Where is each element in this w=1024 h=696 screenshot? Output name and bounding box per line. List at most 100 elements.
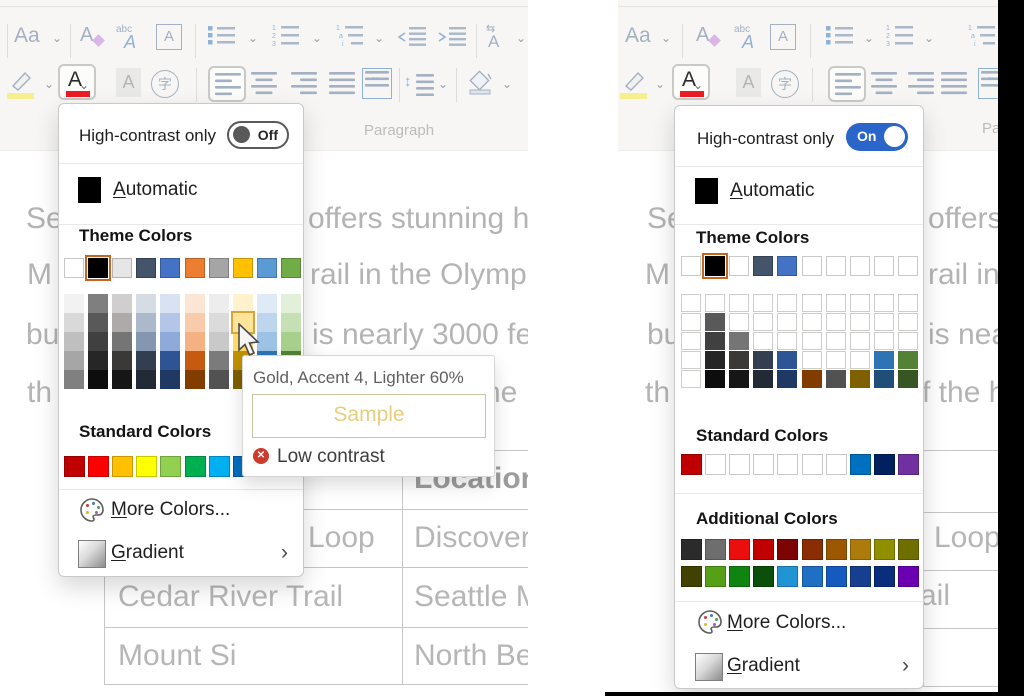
color-swatch[interactable] [777,566,798,587]
automatic-menu-item[interactable]: Automatic [730,180,815,202]
character-shading-icon[interactable]: A [736,68,761,97]
color-variant-swatch[interactable] [802,370,822,388]
color-swatch[interactable] [898,454,919,475]
color-variant-swatch[interactable] [64,370,84,389]
bullet-list-icon[interactable] [208,26,236,53]
color-variant-swatch[interactable] [160,294,180,313]
color-swatch[interactable] [802,566,823,587]
empty-color-swatch[interactable] [898,332,918,350]
color-variant-swatch[interactable] [826,370,846,388]
color-variant-swatch[interactable] [160,351,180,370]
color-variant-swatch[interactable] [777,351,797,369]
distribute-text-icon[interactable]: ↔ [978,68,998,99]
justify-icon[interactable] [941,72,967,101]
empty-color-swatch[interactable] [729,294,749,312]
color-variant-swatch[interactable] [209,332,229,351]
color-swatch[interactable] [777,539,798,560]
color-variant-swatch[interactable] [753,370,773,388]
color-variant-swatch[interactable] [136,351,156,370]
high-contrast-toggle[interactable]: Off [227,121,289,149]
color-variant-swatch[interactable] [729,351,749,369]
chevron-down-icon[interactable]: ⌄ [661,32,671,44]
distribute-text-icon[interactable]: ↔ [362,68,392,99]
color-variant-swatch[interactable] [729,370,749,388]
color-swatch[interactable] [874,566,895,587]
text-highlight-color-icon[interactable] [5,66,37,105]
color-variant-swatch[interactable] [874,370,894,388]
automatic-menu-item[interactable]: Automatic [113,179,198,201]
color-swatch[interactable] [753,256,773,276]
color-swatch[interactable] [681,454,702,475]
color-variant-swatch[interactable] [64,294,84,313]
color-variant-swatch[interactable] [88,294,108,313]
color-swatch[interactable] [705,566,726,587]
align-center-icon[interactable] [871,72,897,101]
color-swatch[interactable] [185,258,205,278]
color-variant-swatch[interactable] [185,332,205,351]
empty-color-swatch[interactable] [874,294,894,312]
color-swatch[interactable] [705,539,726,560]
empty-color-swatch[interactable] [681,256,701,276]
empty-color-swatch[interactable] [729,313,749,331]
chevron-down-icon[interactable]: ⌄ [52,32,62,44]
color-swatch[interactable] [112,456,133,477]
color-variant-swatch[interactable] [64,351,84,370]
chevron-down-icon[interactable]: ⌄ [44,78,54,90]
color-swatch[interactable] [850,539,871,560]
empty-color-swatch[interactable] [850,332,870,350]
empty-color-swatch[interactable] [874,256,894,276]
color-variant-swatch[interactable] [850,370,870,388]
color-swatch[interactable] [185,456,206,477]
empty-color-swatch[interactable] [753,332,773,350]
color-variant-swatch[interactable] [160,332,180,351]
increase-indent-icon[interactable] [438,26,468,53]
font-color-icon[interactable]: A⌄ [58,64,96,100]
empty-color-swatch[interactable] [802,294,822,312]
numbered-list-icon[interactable]: 123 [886,24,914,53]
color-swatch[interactable] [753,566,774,587]
color-swatch[interactable] [850,454,871,475]
empty-color-swatch[interactable] [777,454,798,475]
color-swatch[interactable] [681,566,702,587]
color-variant-swatch[interactable] [112,332,132,351]
color-variant-swatch[interactable] [136,370,156,389]
color-variant-swatch[interactable] [257,294,277,313]
color-variant-swatch[interactable] [88,370,108,389]
color-swatch[interactable] [160,258,180,278]
color-variant-swatch[interactable] [112,294,132,313]
chevron-down-icon[interactable]: ⌄ [312,32,322,44]
color-swatch[interactable] [257,258,277,278]
color-swatch[interactable] [209,258,229,278]
color-variant-swatch[interactable] [898,370,918,388]
decrease-indent-icon[interactable] [398,26,428,53]
color-swatch[interactable] [681,539,702,560]
empty-color-swatch[interactable] [850,256,870,276]
color-variant-swatch[interactable] [112,351,132,370]
empty-color-swatch[interactable] [850,294,870,312]
chevron-down-icon[interactable]: ⌄ [374,32,384,44]
color-variant-swatch[interactable] [209,313,229,332]
clear-formatting-icon[interactable]: A [80,24,93,47]
empty-color-swatch[interactable] [802,256,822,276]
color-swatch[interactable] [705,256,725,276]
empty-color-swatch[interactable] [705,294,725,312]
character-border-icon[interactable]: A [156,24,182,50]
font-color-icon[interactable]: A⌄ [672,64,710,100]
empty-color-swatch[interactable] [874,313,894,331]
empty-color-swatch[interactable] [777,332,797,350]
color-variant-swatch[interactable] [88,351,108,370]
color-swatch[interactable] [777,256,797,276]
color-swatch[interactable] [874,454,895,475]
color-variant-swatch[interactable] [209,370,229,389]
color-swatch[interactable] [281,258,301,278]
color-swatch[interactable] [64,258,84,278]
empty-color-swatch[interactable] [681,370,701,388]
empty-color-swatch[interactable] [826,256,846,276]
color-swatch[interactable] [802,539,823,560]
color-swatch[interactable] [898,566,919,587]
empty-color-swatch[interactable] [705,454,726,475]
empty-color-swatch[interactable] [681,351,701,369]
paragraph-shading-icon[interactable] [466,70,494,101]
color-swatch[interactable] [233,258,253,278]
color-swatch[interactable] [88,456,109,477]
